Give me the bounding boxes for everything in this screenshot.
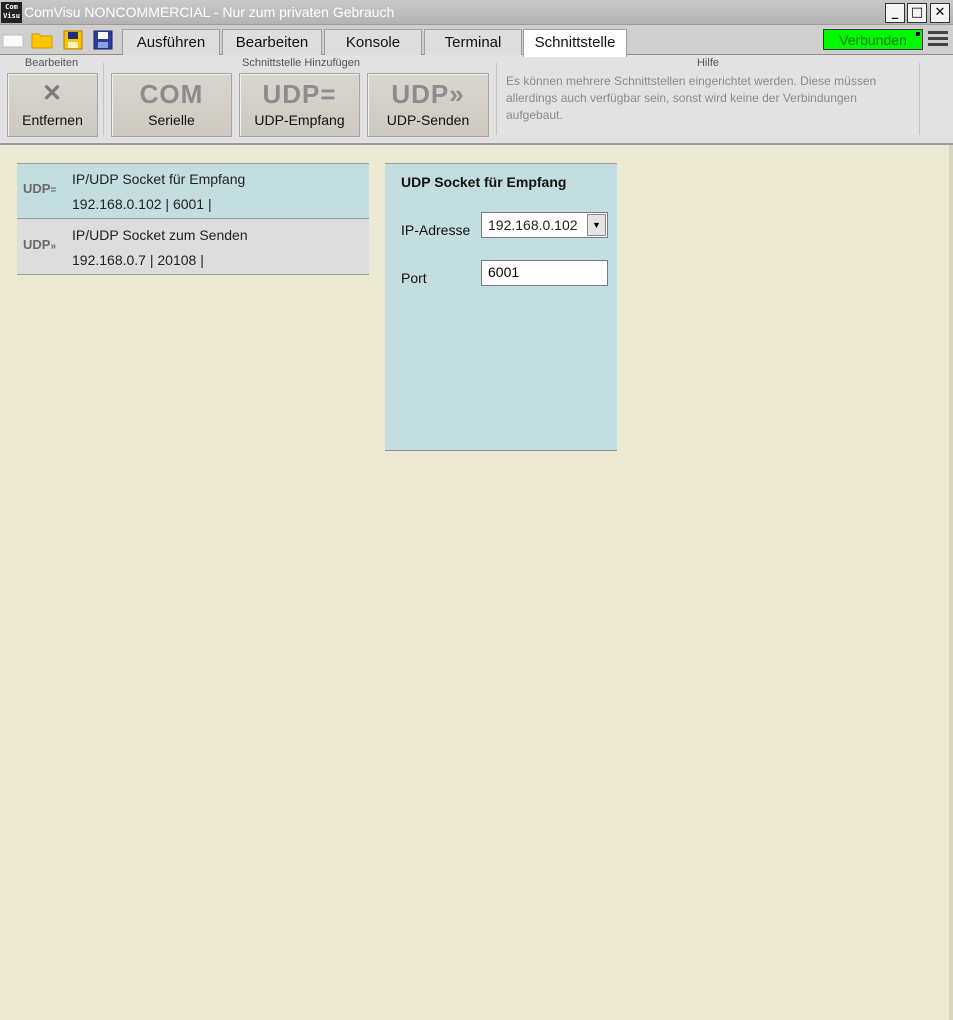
add-udp-send-button[interactable]: UDP» UDP-Senden — [367, 73, 489, 137]
group-label-bearbeiten: Bearbeiten — [24, 57, 79, 69]
ip-address-value: 192.168.0.102 — [488, 217, 578, 233]
window-title: ComVisu NONCOMMERCIAL - Nur zum privaten… — [24, 4, 395, 20]
maximize-button[interactable]: □ — [907, 3, 927, 23]
ribbon-separator — [919, 63, 920, 135]
title-bar: Com Visu ComVisu NONCOMMERCIAL - Nur zum… — [0, 0, 953, 25]
minimize-button[interactable]: _ — [885, 3, 905, 23]
add-serial-label: Serielle — [148, 112, 195, 128]
tab-bearbeiten[interactable]: Bearbeiten — [222, 29, 322, 55]
new-file-icon[interactable] — [2, 30, 24, 50]
interface-title: IP/UDP Socket für Empfang — [72, 171, 246, 187]
open-folder-icon[interactable] — [31, 30, 53, 50]
interface-list-item-udp-receive[interactable]: UDP= IP/UDP Socket für Empfang 192.168.0… — [17, 163, 369, 219]
ribbon-toolbar: Bearbeiten Schnittstelle Hinzufügen Hilf… — [0, 55, 953, 145]
help-text: Es können mehrere Schnittstellen eingeri… — [506, 74, 877, 122]
udp-send-icon: UDP» — [391, 79, 465, 109]
close-button[interactable]: ✕ — [930, 3, 950, 23]
remove-button[interactable]: ✕ Entfernen — [7, 73, 98, 137]
ribbon-separator — [496, 63, 497, 135]
interface-list: UDP= IP/UDP Socket für Empfang 192.168.0… — [17, 163, 369, 275]
properties-panel: UDP Socket für Empfang IP-Adresse 192.16… — [385, 163, 617, 451]
interface-detail: 192.168.0.7 | 20108 | — [72, 252, 204, 268]
hamburger-menu-icon[interactable] — [928, 31, 948, 49]
add-udp-receive-button[interactable]: UDP= UDP-Empfang — [239, 73, 360, 137]
menu-bar: Ausführen Bearbeiten Konsole Terminal Sc… — [0, 25, 953, 57]
connection-status-badge: Verbunden — [823, 29, 923, 50]
properties-title: UDP Socket für Empfang — [401, 174, 567, 190]
tab-konsole[interactable]: Konsole — [324, 29, 422, 55]
save-icon[interactable] — [62, 30, 84, 50]
app-logo-icon: Com Visu — [1, 2, 22, 23]
remove-icon: ✕ — [41, 80, 64, 107]
group-label-hinzufuegen: Schnittstelle Hinzufügen — [241, 57, 360, 69]
tab-terminal[interactable]: Terminal — [424, 29, 522, 55]
status-indicator-icon — [916, 32, 920, 36]
group-label-hilfe: Hilfe — [696, 57, 719, 69]
remove-button-label: Entfernen — [22, 112, 83, 128]
save-as-icon[interactable] — [92, 30, 114, 50]
add-udp-send-label: UDP-Senden — [386, 112, 470, 128]
ip-address-select[interactable]: 192.168.0.102 ▼ — [481, 212, 608, 238]
com-icon: COM — [139, 79, 204, 109]
interface-detail: 192.168.0.102 | 6001 | — [72, 196, 212, 212]
udp-send-icon: UDP» — [23, 237, 57, 252]
interface-title: IP/UDP Socket zum Senden — [72, 227, 248, 243]
ribbon-separator — [103, 63, 104, 135]
udp-receive-icon: UDP= — [262, 79, 337, 109]
interface-list-item-udp-send[interactable]: UDP» IP/UDP Socket zum Senden 192.168.0.… — [17, 219, 369, 275]
ip-address-label: IP-Adresse — [401, 222, 471, 238]
add-udp-receive-label: UDP-Empfang — [254, 112, 345, 128]
port-label: Port — [401, 270, 427, 286]
window-right-edge — [949, 145, 953, 1020]
port-input[interactable]: 6001 — [481, 260, 608, 286]
list-top-border — [17, 163, 369, 164]
udp-receive-icon: UDP= — [23, 181, 57, 196]
tab-schnittstelle[interactable]: Schnittstelle — [523, 29, 627, 57]
connection-status-text: Verbunden — [839, 32, 907, 48]
dropdown-arrow-icon[interactable]: ▼ — [587, 214, 606, 236]
tab-ausfuehren[interactable]: Ausführen — [122, 29, 220, 55]
add-serial-button[interactable]: COM Serielle — [111, 73, 232, 137]
